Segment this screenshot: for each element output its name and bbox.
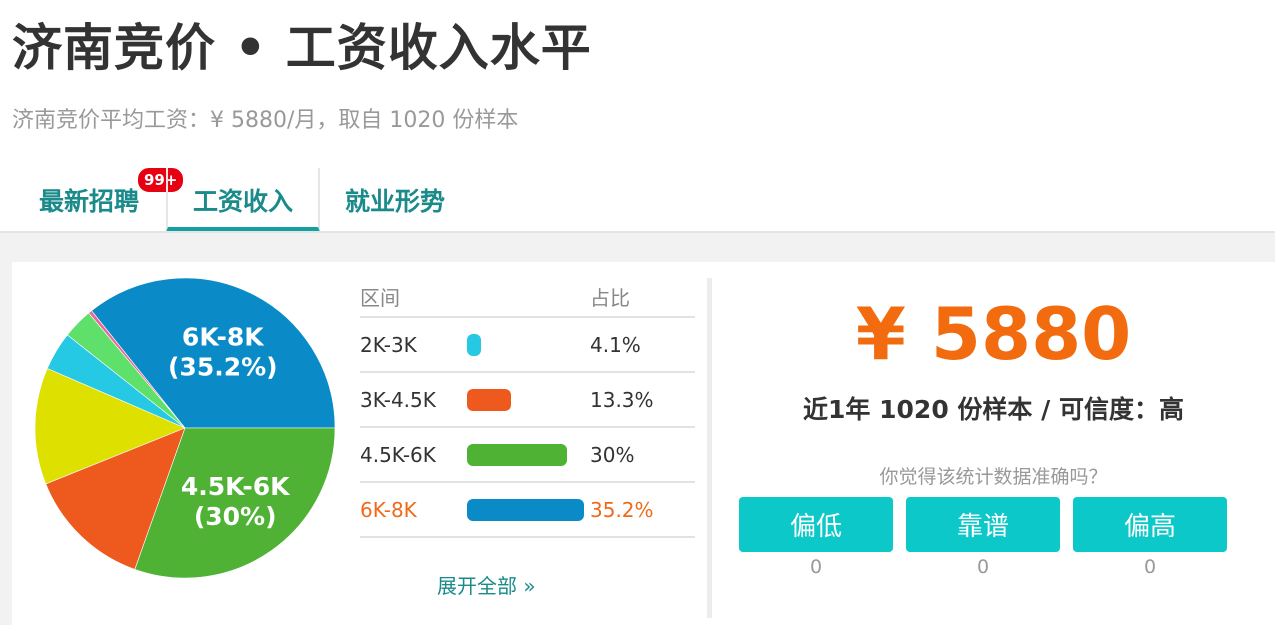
ratio-bar [467, 334, 481, 356]
ratio-value: 4.1% [590, 333, 641, 357]
range-label: 3K-4.5K [360, 388, 436, 412]
col-header-ratio: 占比 [590, 286, 630, 310]
expand-all-link[interactable]: 展开全部 » [437, 570, 536, 599]
slice-label: 4.5K-6K [181, 472, 291, 501]
salary-pie-chart: 6K-8K(35.2%) 4.5K-6K(30%) [34, 277, 336, 579]
slice-percent: (35.2%) [168, 353, 278, 382]
col-header-range: 区间 [360, 286, 400, 310]
average-salary-value: ¥ 5880 [855, 292, 1132, 376]
tab-label: 工资收入 [192, 187, 293, 216]
tab-label: 最新招聘 [38, 187, 139, 216]
ratio-value: 35.2% [590, 498, 654, 522]
slice-label: 6K-8K [182, 323, 265, 352]
tab-employment[interactable]: 就业形势 [320, 168, 470, 232]
tab-salary[interactable]: 工资收入 [166, 168, 320, 232]
vote-accurate-button[interactable]: 靠谱 [906, 497, 1060, 552]
tab-bar: 最新招聘 99+ 工资收入 就业形势 [12, 166, 470, 232]
ratio-bar [467, 389, 511, 411]
vote-low-button[interactable]: 偏低 [739, 497, 893, 552]
range-label: 2K-3K [360, 333, 417, 357]
vote-accurate-count: 0 [976, 556, 990, 578]
range-label: 6K-8K [360, 498, 417, 522]
tab-label: 就业形势 [344, 187, 445, 216]
table-row: 4.5K-6K 30% [360, 428, 695, 483]
range-label: 4.5K-6K [360, 443, 436, 467]
slice-percent: (30%) [194, 502, 277, 531]
vote-low-count: 0 [809, 556, 823, 578]
salary-distribution-table: 区间 占比 2K-3K 4.1% 3K-4.5K 13.3% 4.5K-6K 30% 6K-… [360, 278, 695, 538]
ratio-value: 13.3% [590, 388, 654, 412]
table-row: 3K-4.5K 13.3% [360, 373, 695, 428]
ratio-bar [467, 499, 584, 521]
vote-high-count: 0 [1143, 556, 1157, 578]
vote-high-button[interactable]: 偏高 [1073, 497, 1227, 552]
page-subtitle: 济南竞价平均工资：¥ 5880/月，取自 1020 份样本 [12, 108, 519, 133]
ratio-bar [467, 444, 567, 466]
page-title: 济南竞价 • 工资收入水平 [12, 19, 592, 77]
tab-latest-jobs[interactable]: 最新招聘 99+ [12, 166, 186, 232]
ratio-value: 30% [590, 443, 635, 467]
table-header: 区间 占比 [360, 278, 695, 318]
table-row: 2K-3K 4.1% [360, 318, 695, 373]
table-row: 6K-8K 35.2% [360, 483, 695, 538]
accuracy-question: 你觉得该统计数据准确吗？ [879, 466, 1108, 488]
sample-info: 近1年 1020 份样本 / 可信度：高 [803, 395, 1184, 424]
